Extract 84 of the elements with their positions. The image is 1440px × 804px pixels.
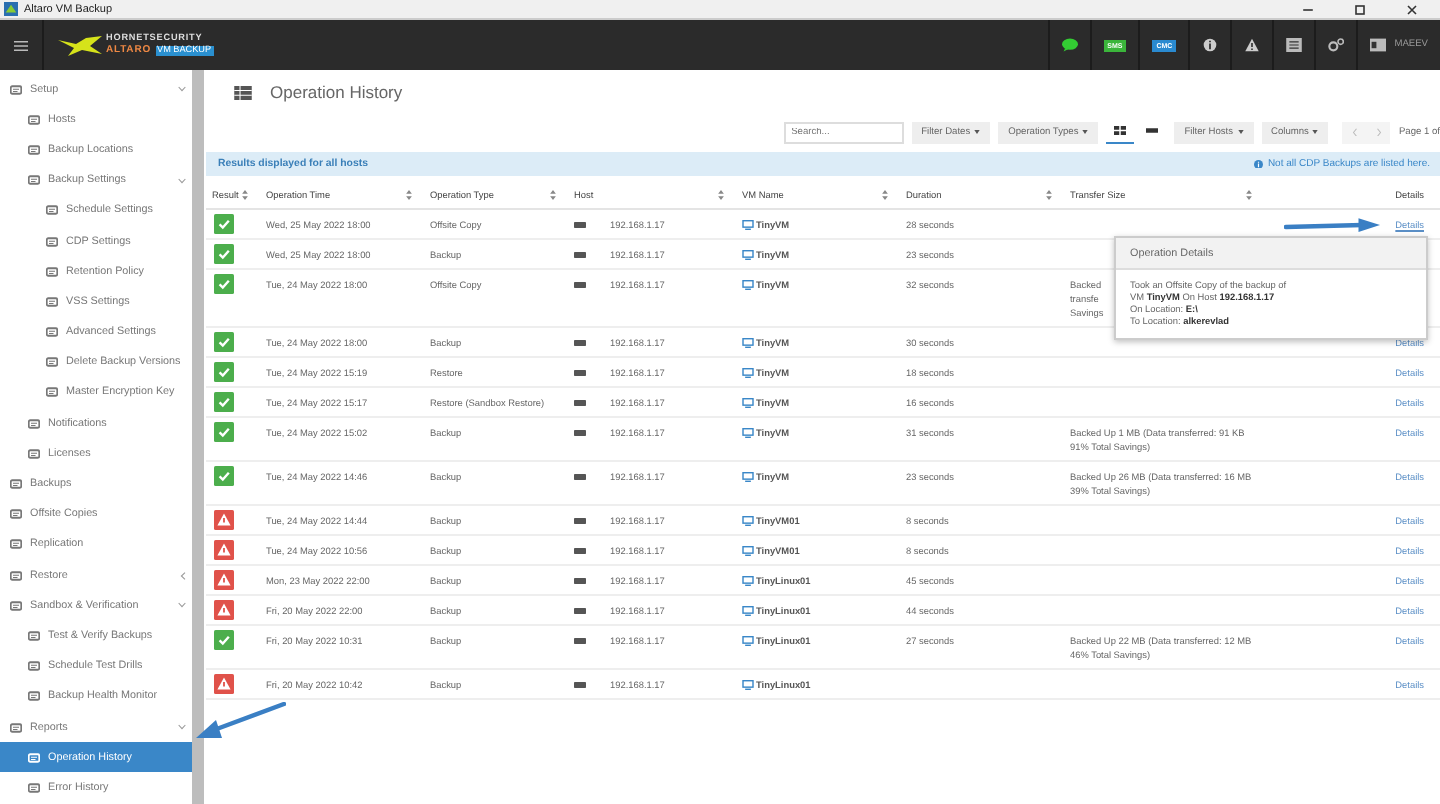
server-icon <box>574 547 586 553</box>
info-icon <box>1202 38 1219 52</box>
sort-icon[interactable] <box>406 189 412 199</box>
bee-logo-icon <box>58 35 102 55</box>
monitor-icon <box>742 575 754 585</box>
menu-item-icon <box>28 113 40 126</box>
caret-icon <box>1312 130 1319 134</box>
monitor-icon <box>742 605 754 615</box>
caret-icon <box>974 130 981 134</box>
monitor-icon <box>742 471 754 481</box>
scrollbar[interactable] <box>192 70 204 804</box>
server-icon <box>574 681 586 687</box>
monitor-icon <box>742 337 754 347</box>
server-icon <box>574 473 586 479</box>
menu-item-icon <box>10 508 22 521</box>
menu-item-icon <box>46 295 58 308</box>
menu-item-icon <box>10 538 22 551</box>
warning-icon <box>1244 38 1261 52</box>
server-icon <box>574 281 586 287</box>
sort-icon[interactable] <box>242 189 248 199</box>
server-icon <box>574 339 586 345</box>
menu-item-icon <box>28 751 40 764</box>
chat-icon <box>1061 38 1078 52</box>
annotation-arrow <box>1284 218 1382 234</box>
app-icon <box>4 2 18 16</box>
server-icon <box>574 221 586 227</box>
menu-item-icon <box>10 721 22 734</box>
chevron-left-icon <box>1351 127 1358 137</box>
menu-item-icon <box>28 143 40 156</box>
rows-icon <box>1146 126 1159 136</box>
sort-icon[interactable] <box>882 189 888 199</box>
sort-icon[interactable] <box>1246 189 1252 199</box>
server-icon <box>574 637 586 643</box>
menu-item-icon <box>46 235 58 248</box>
menu-item-icon <box>28 447 40 460</box>
monitor-icon <box>742 427 754 437</box>
monitor-icon <box>742 679 754 689</box>
menu-icon <box>14 39 28 51</box>
monitor-icon <box>742 635 754 645</box>
caret-icon <box>1082 130 1089 134</box>
server-icon <box>574 607 586 613</box>
close-icon[interactable] <box>1404 1 1420 17</box>
chevron-right-icon <box>1375 127 1382 137</box>
monitor-icon <box>742 367 754 377</box>
gears-icon <box>1328 38 1345 52</box>
menu-item-icon <box>46 386 58 399</box>
id-card-icon <box>1370 38 1387 52</box>
menu-item-icon <box>10 83 22 96</box>
page-title: Operation History <box>270 82 403 102</box>
menu-item-icon <box>28 660 40 673</box>
menu-item-icon <box>46 265 58 278</box>
server-icon <box>574 517 586 523</box>
list-icon <box>1286 38 1303 52</box>
menu-item-icon <box>46 326 58 339</box>
menu-item-icon <box>28 174 40 187</box>
sort-icon[interactable] <box>718 189 724 199</box>
menu-item-icon <box>10 478 22 491</box>
menu-item-icon <box>10 569 22 582</box>
menu-item-icon <box>46 356 58 369</box>
monitor-icon <box>742 515 754 525</box>
server-icon <box>574 429 586 435</box>
sort-icon[interactable] <box>1046 189 1052 199</box>
monitor-icon <box>742 545 754 555</box>
menu-item-icon <box>10 599 22 612</box>
monitor-icon <box>742 279 754 289</box>
caret-icon <box>1237 130 1244 134</box>
monitor-icon <box>742 219 754 229</box>
menu-item-icon <box>28 690 40 703</box>
maximize-icon[interactable] <box>1352 1 1368 17</box>
monitor-icon <box>742 249 754 259</box>
menu-item-icon <box>46 204 58 217</box>
menu-item-icon <box>28 781 40 794</box>
menu-item-icon <box>28 417 40 430</box>
info-icon <box>1254 159 1264 169</box>
annotation-arrow <box>194 702 286 742</box>
server-icon <box>574 251 586 257</box>
server-icon <box>574 369 586 375</box>
monitor-icon <box>742 397 754 407</box>
table-icon <box>234 85 252 99</box>
menu-item-icon <box>28 629 40 642</box>
server-icon <box>574 577 586 583</box>
server-icon <box>574 399 586 405</box>
grid-icon <box>1114 126 1127 136</box>
sort-icon[interactable] <box>550 189 556 199</box>
